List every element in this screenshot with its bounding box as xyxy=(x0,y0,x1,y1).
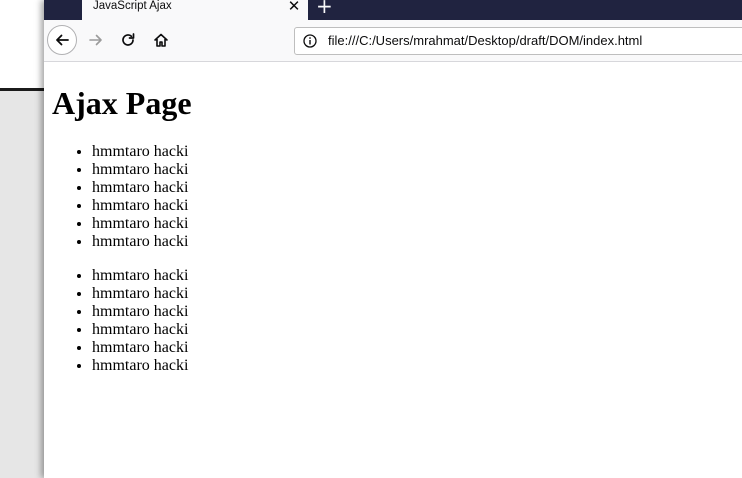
list-item: hmmtaro hacki xyxy=(92,285,188,303)
page-content: Ajax Page hmmtaro hacki hmmtaro hacki hm… xyxy=(44,62,742,478)
url-bar[interactable]: file:///C:/Users/mrahmat/Desktop/draft/D… xyxy=(294,27,742,55)
home-icon xyxy=(154,33,168,47)
background-window xyxy=(0,0,44,478)
url-text[interactable]: file:///C:/Users/mrahmat/Desktop/draft/D… xyxy=(328,33,642,49)
active-tab[interactable]: JavaScript Ajax ✕ xyxy=(82,0,308,20)
list-item: hmmtaro hacki xyxy=(92,143,188,161)
desktop-area xyxy=(0,91,44,478)
list-item: hmmtaro hacki xyxy=(92,161,188,179)
forward-button[interactable] xyxy=(84,28,108,52)
item-list-1: hmmtaro hacki hmmtaro hacki hmmtaro hack… xyxy=(52,143,188,251)
list-item: hmmtaro hacki xyxy=(92,303,188,321)
info-icon[interactable] xyxy=(303,34,317,48)
tab-bar: JavaScript Ajax ✕ + xyxy=(44,0,742,20)
close-tab-icon[interactable]: ✕ xyxy=(286,0,302,14)
navigation-toolbar: file:///C:/Users/mrahmat/Desktop/draft/D… xyxy=(44,20,742,62)
item-list-2: hmmtaro hacki hmmtaro hacki hmmtaro hack… xyxy=(52,267,188,375)
forward-arrow-icon xyxy=(89,34,102,46)
list-item: hmmtaro hacki xyxy=(92,267,188,285)
list-item: hmmtaro hacki xyxy=(92,233,188,251)
back-button[interactable] xyxy=(47,25,77,55)
reload-icon xyxy=(122,33,135,46)
tab-title: JavaScript Ajax xyxy=(93,0,172,12)
list-item: hmmtaro hacki xyxy=(92,339,188,357)
home-button[interactable] xyxy=(149,28,173,52)
new-tab-icon[interactable]: + xyxy=(316,0,333,16)
page-title: Ajax Page xyxy=(52,85,192,121)
back-arrow-icon xyxy=(56,34,69,46)
browser-window: JavaScript Ajax ✕ + file:///C:/Users/mra… xyxy=(44,0,742,478)
list-item: hmmtaro hacki xyxy=(92,215,188,233)
reload-button[interactable] xyxy=(116,28,140,52)
list-item: hmmtaro hacki xyxy=(92,357,188,375)
background-window-top xyxy=(0,0,44,90)
list-item: hmmtaro hacki xyxy=(92,197,188,215)
list-item: hmmtaro hacki xyxy=(92,179,188,197)
list-item: hmmtaro hacki xyxy=(92,321,188,339)
